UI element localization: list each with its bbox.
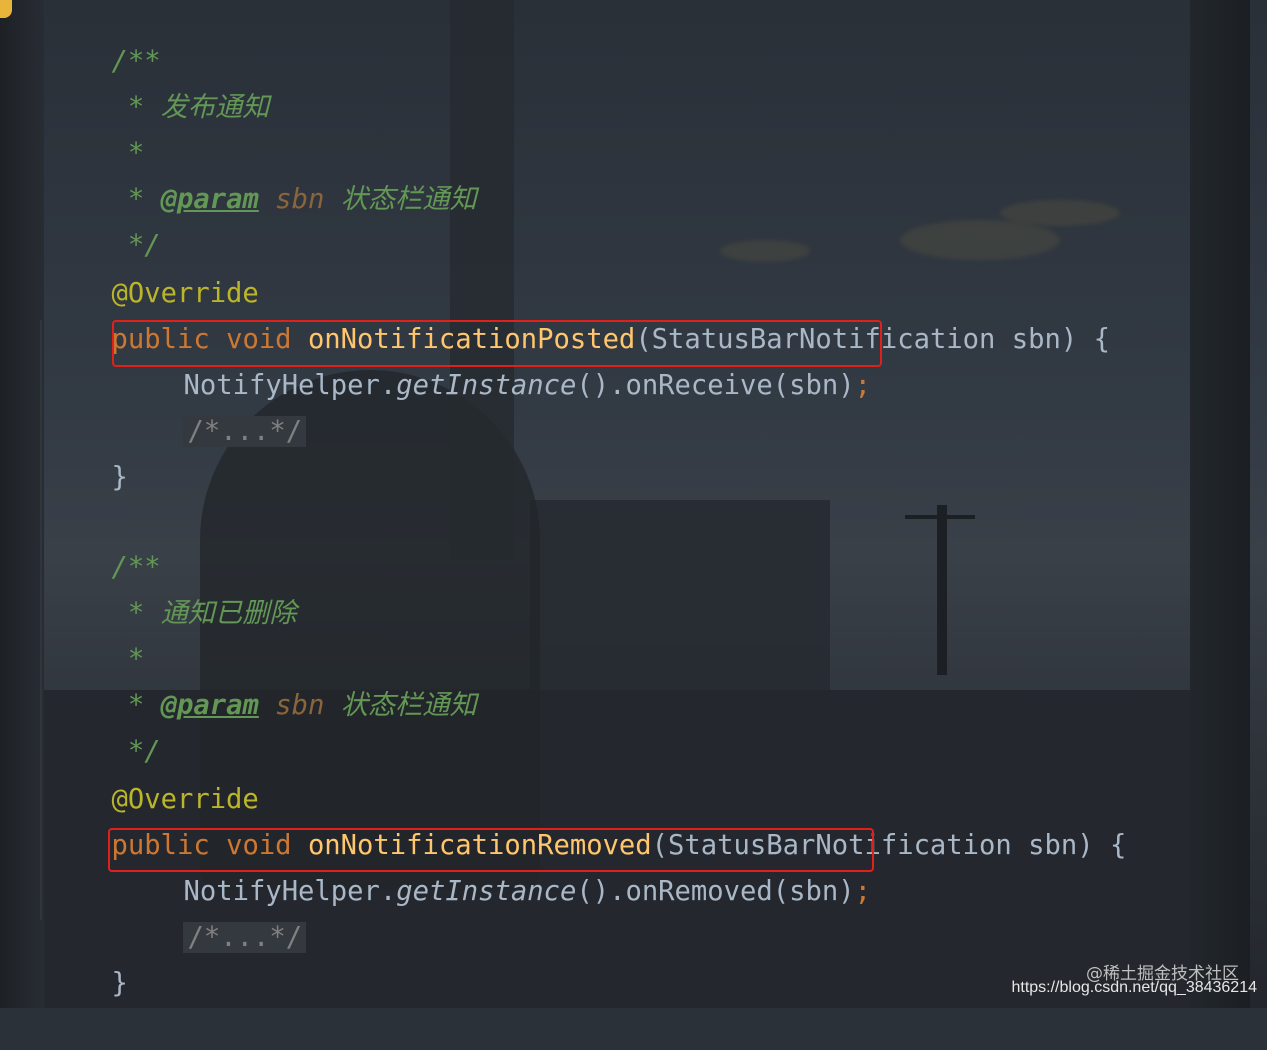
cloud — [1000, 200, 1120, 226]
call-static-method[interactable]: getInstance — [396, 876, 576, 907]
folded-comment[interactable]: /*...*/ — [183, 922, 307, 953]
building-silhouette — [530, 500, 830, 700]
call-rest[interactable]: ().onRemoved(sbn) — [576, 876, 854, 907]
param-name: sbn — [275, 184, 325, 215]
code-line: * @param sbn 状态栏通知 — [46, 640, 477, 721]
utility-pole-crossbar — [905, 515, 975, 519]
code-line: * — [46, 88, 144, 169]
utility-pole — [937, 505, 947, 675]
cloud — [720, 240, 810, 262]
code-line: } — [46, 918, 127, 999]
semicolon: ; — [854, 370, 871, 401]
highlight-box — [108, 828, 874, 872]
close-brace: } — [111, 968, 128, 999]
code-line: */ — [46, 180, 161, 261]
code-line: * — [46, 594, 144, 675]
close-brace: } — [111, 462, 128, 493]
code-line: /** — [46, 502, 160, 583]
code-line: @Override — [46, 734, 258, 815]
param-name: sbn — [275, 690, 325, 721]
cloud — [900, 220, 1060, 260]
param-tag[interactable]: @param — [161, 184, 259, 215]
param-tag[interactable]: @param — [161, 690, 259, 721]
window-frame-right — [1190, 0, 1250, 1008]
param-description: 状态栏通知 — [340, 184, 477, 215]
semicolon: ; — [854, 876, 871, 907]
param-description: 状态栏通知 — [340, 690, 477, 721]
watermark-url: https://blog.csdn.net/qq_38436214 — [1011, 979, 1257, 996]
code-line: } — [46, 412, 127, 493]
doc-description: 发布通知 — [160, 92, 270, 123]
code-line: public void onNotificationPosted(StatusB… — [46, 274, 1110, 355]
doc-description: 通知已删除 — [160, 598, 297, 629]
code-line: /** — [46, 0, 160, 77]
window-frame-left — [0, 0, 44, 1008]
code-line: * 发布通知 — [46, 42, 270, 123]
code-line: /*...*/ — [118, 366, 307, 447]
code-line: /*...*/ — [118, 872, 307, 953]
folded-comment[interactable]: /*...*/ — [183, 416, 307, 447]
call-static-method[interactable]: getInstance — [396, 370, 576, 401]
code-line: @Override — [46, 228, 258, 309]
code-line: public void onNotificationRemoved(Status… — [46, 780, 1126, 861]
highlight-box — [112, 320, 882, 367]
code-line: */ — [46, 686, 161, 767]
indent-guide — [40, 320, 42, 920]
code-line: * 通知已删除 — [46, 548, 297, 629]
call-rest[interactable]: ().onReceive(sbn) — [576, 370, 854, 401]
code-line: * @param sbn 状态栏通知 — [46, 134, 477, 215]
